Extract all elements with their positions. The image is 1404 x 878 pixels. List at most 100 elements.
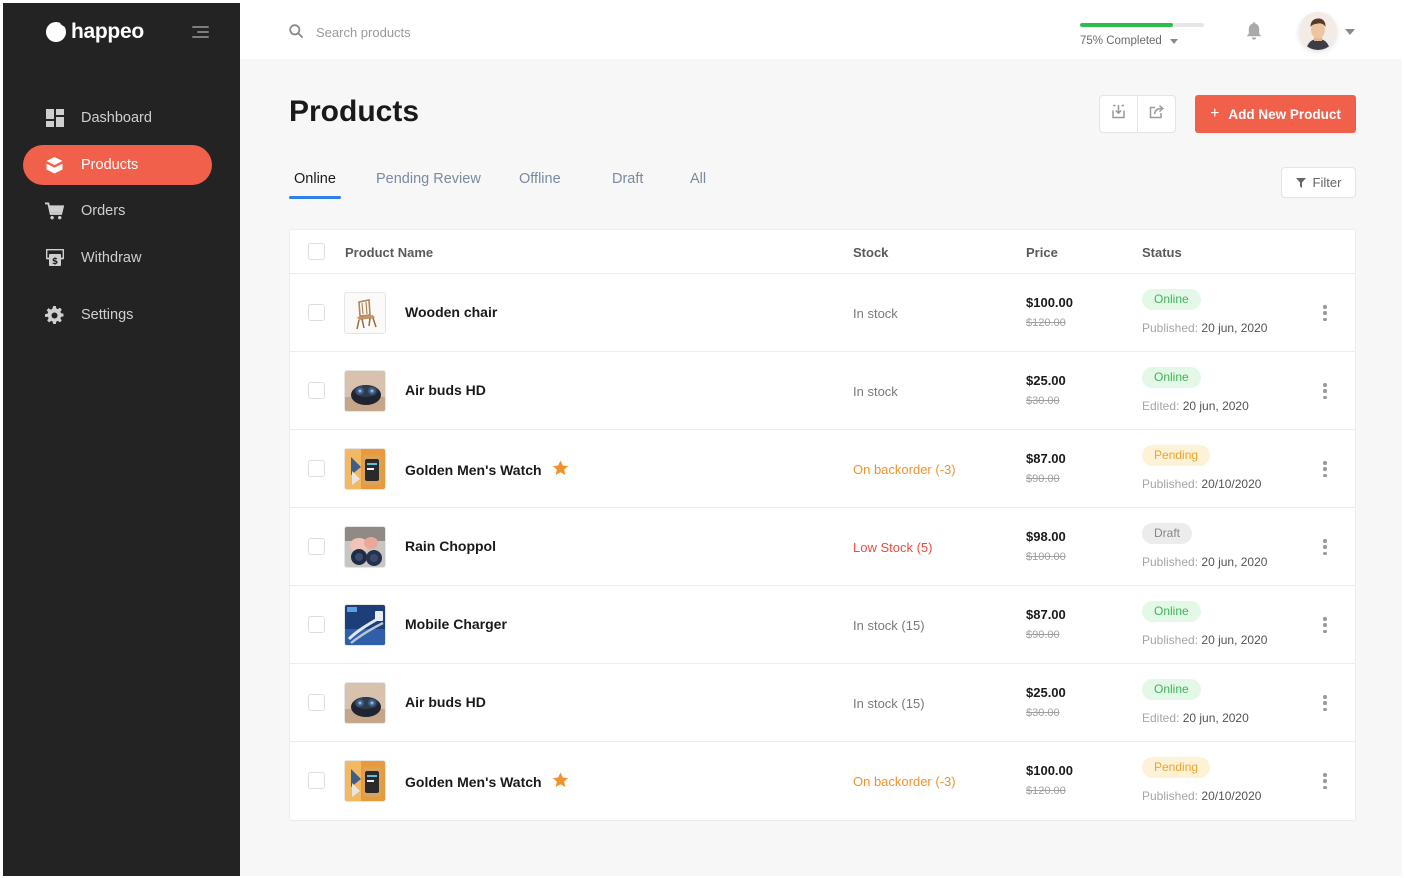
old-price: $90.00: [1026, 629, 1060, 641]
bell-icon[interactable]: [1245, 22, 1263, 46]
product-thumbnail[interactable]: [344, 370, 386, 412]
profile-progress[interactable]: 75% Completed: [1080, 23, 1205, 47]
product-thumbnail[interactable]: [344, 448, 386, 490]
row-checkbox[interactable]: [308, 538, 325, 555]
status-badge: Pending: [1142, 445, 1210, 466]
status-date: Edited: 20 jun, 2020: [1142, 711, 1249, 725]
date-value: 20 jun, 2020: [1201, 321, 1267, 335]
filter-button[interactable]: Filter: [1281, 167, 1356, 198]
column-header-status[interactable]: Status: [1142, 245, 1182, 260]
share-icon: [1149, 104, 1165, 124]
tab-online[interactable]: Online: [294, 171, 336, 199]
more-options-icon[interactable]: [1319, 381, 1331, 401]
product-name-text: Rain Choppol: [405, 538, 496, 554]
product-name[interactable]: Mobile Charger: [405, 616, 507, 632]
product-thumbnail[interactable]: [344, 682, 386, 724]
sidebar-item-withdraw[interactable]: $ Withdraw: [23, 238, 212, 278]
toolbar-icon-group: [1099, 95, 1176, 133]
row-checkbox[interactable]: [308, 304, 325, 321]
search-input[interactable]: [316, 20, 616, 44]
old-price: $30.00: [1026, 707, 1060, 719]
column-header-stock[interactable]: Stock: [853, 245, 888, 260]
status-date: Published: 20/10/2020: [1142, 477, 1261, 491]
add-new-product-label: Add New Product: [1228, 107, 1341, 122]
sidebar-item-orders[interactable]: Orders: [23, 191, 212, 231]
stock-status: In stock (15): [853, 618, 925, 633]
product-name[interactable]: Air buds HD: [405, 694, 486, 710]
column-header-price[interactable]: Price: [1026, 245, 1058, 260]
more-options-icon[interactable]: [1319, 537, 1331, 557]
stock-status: In stock (15): [853, 696, 925, 711]
stock-status: On backorder (-3): [853, 774, 956, 789]
more-options-icon[interactable]: [1319, 459, 1331, 479]
product-name[interactable]: Golden Men's Watch: [405, 460, 569, 479]
import-button[interactable]: [1100, 96, 1137, 132]
product-thumbnail[interactable]: [344, 526, 386, 568]
price: $98.00: [1026, 529, 1066, 544]
table-row[interactable]: Golden Men's WatchOn backorder (-3)$87.0…: [290, 430, 1355, 508]
import-icon: [1111, 104, 1126, 124]
more-options-icon[interactable]: [1319, 693, 1331, 713]
add-new-product-button[interactable]: + Add New Product: [1195, 95, 1356, 133]
product-name[interactable]: Rain Choppol: [405, 538, 496, 554]
column-header-product-name[interactable]: Product Name: [345, 245, 433, 260]
export-button[interactable]: [1137, 96, 1175, 132]
table-row[interactable]: Wooden chairIn stock$100.00$120.00Online…: [290, 274, 1355, 352]
row-checkbox[interactable]: [308, 460, 325, 477]
table-row[interactable]: Mobile ChargerIn stock (15)$87.00$90.00O…: [290, 586, 1355, 664]
old-price: $90.00: [1026, 473, 1060, 485]
product-thumbnail[interactable]: [344, 760, 386, 802]
status-badge: Draft: [1142, 523, 1192, 544]
row-checkbox[interactable]: [308, 772, 325, 789]
product-name[interactable]: Golden Men's Watch: [405, 772, 569, 791]
price: $25.00: [1026, 373, 1066, 388]
tab-draft[interactable]: Draft: [612, 171, 643, 199]
select-all-checkbox[interactable]: [308, 243, 325, 260]
product-name[interactable]: Air buds HD: [405, 382, 486, 398]
table-row[interactable]: Golden Men's WatchOn backorder (-3)$100.…: [290, 742, 1355, 820]
product-name-text: Golden Men's Watch: [405, 774, 542, 790]
table-row[interactable]: Rain ChoppolLow Stock (5)$98.00$100.00Dr…: [290, 508, 1355, 586]
date-value: 20 jun, 2020: [1183, 399, 1249, 413]
tab-pending-review[interactable]: Pending Review: [376, 171, 481, 199]
more-options-icon[interactable]: [1319, 615, 1331, 635]
product-name-text: Air buds HD: [405, 694, 486, 710]
progress-dropdown[interactable]: 75% Completed: [1080, 35, 1205, 47]
price: $87.00: [1026, 607, 1066, 622]
avatar[interactable]: [1299, 12, 1337, 50]
row-checkbox[interactable]: [308, 694, 325, 711]
sidebar-item-label: Settings: [81, 307, 133, 323]
page-title: Products: [289, 95, 419, 129]
sidebar-item-products[interactable]: Products: [23, 145, 212, 185]
status-date: Published: 20/10/2020: [1142, 789, 1261, 803]
old-price: $100.00: [1026, 551, 1066, 563]
products-table: Product Name Stock Price Status Wooden c…: [289, 229, 1356, 821]
date-label: Edited:: [1142, 711, 1179, 725]
table-row[interactable]: Air buds HDIn stock$25.00$30.00OnlineEdi…: [290, 352, 1355, 430]
tab-offline[interactable]: Offline: [519, 171, 561, 199]
more-options-icon[interactable]: [1319, 771, 1331, 791]
table-row[interactable]: Air buds HDIn stock (15)$25.00$30.00Onli…: [290, 664, 1355, 742]
product-name-text: Golden Men's Watch: [405, 462, 542, 478]
sidebar-item-settings[interactable]: Settings: [23, 295, 212, 335]
product-thumbnail[interactable]: [344, 292, 386, 334]
stock-status: In stock: [853, 306, 898, 321]
old-price: $30.00: [1026, 395, 1060, 407]
product-name-text: Air buds HD: [405, 382, 486, 398]
plus-icon: +: [1210, 105, 1219, 123]
menu-toggle-icon[interactable]: [192, 26, 209, 39]
status-badge: Pending: [1142, 757, 1210, 778]
row-checkbox[interactable]: [308, 382, 325, 399]
search-icon: [289, 24, 303, 43]
table-body: Wooden chairIn stock$100.00$120.00Online…: [290, 274, 1355, 820]
product-name-text: Mobile Charger: [405, 616, 507, 632]
more-options-icon[interactable]: [1319, 303, 1331, 323]
product-name[interactable]: Wooden chair: [405, 304, 497, 320]
row-checkbox[interactable]: [308, 616, 325, 633]
brand-name: happeo: [71, 20, 144, 44]
product-thumbnail[interactable]: [344, 604, 386, 646]
brand[interactable]: happeo: [46, 20, 144, 44]
chevron-down-icon[interactable]: [1345, 29, 1355, 35]
tab-all[interactable]: All: [690, 171, 706, 199]
sidebar-item-dashboard[interactable]: Dashboard: [23, 98, 212, 138]
